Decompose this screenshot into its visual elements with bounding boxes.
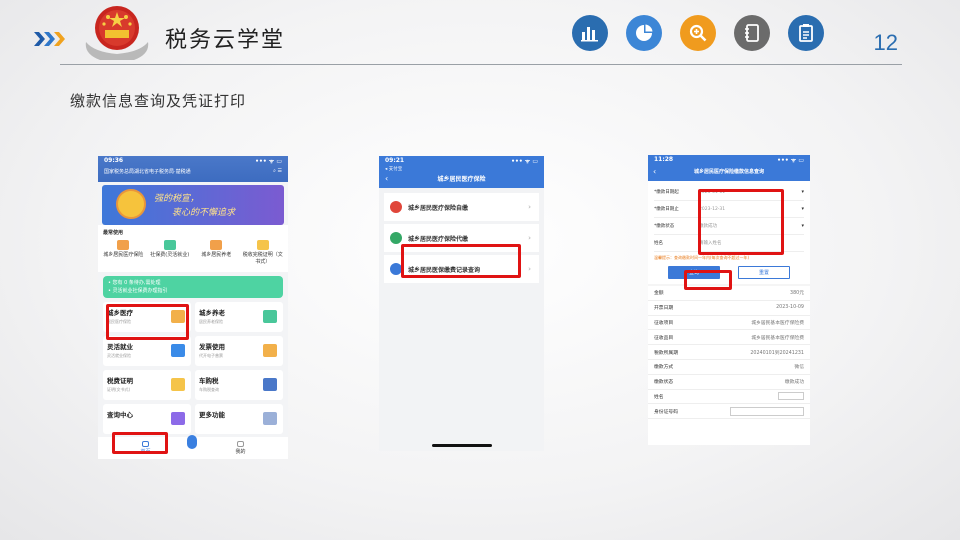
chevron-arrows-icon	[34, 32, 65, 46]
reset-button[interactable]: 重置	[738, 266, 790, 279]
promo-banner[interactable]: 强的税宣， 衷心的不懈追求	[102, 185, 284, 225]
result-list: 金额 380元 开票日期 2023-10-09 征收项目 城乡居民基本医疗保险费 征收…	[648, 284, 810, 420]
chevron-right-icon: ›	[528, 234, 531, 242]
app-header: 09:36 ••• ᯤ ▭ 国家税务总局湖北省电子税务局·楚税通 ⌕ ☰	[98, 156, 288, 182]
microphone-icon[interactable]	[187, 435, 197, 449]
quick-item-certificate[interactable]: 税收完税证明（文书式）	[243, 240, 283, 266]
quick-access: 城乡居民医疗保险 社保费(灵活就业) 城乡居民养老 税收完税证明（文书式）	[98, 238, 288, 272]
result-row: 身份证号码	[648, 404, 810, 420]
status-time: 11:28	[654, 156, 674, 163]
bar-chart-icon[interactable]	[572, 15, 608, 51]
highlight-home-tab	[112, 432, 168, 454]
result-row: 税款所属期 20240101到20241231	[648, 345, 810, 360]
status-icons: ••• ᯤ ▭	[777, 157, 804, 164]
result-row: 缴款方式 微信	[648, 359, 810, 375]
screen-title: 城乡居民医疗保险	[437, 176, 486, 183]
result-row: 开票日期 2023-10-09	[648, 300, 810, 316]
home-indicator	[432, 444, 492, 447]
quick-item-social[interactable]: 社保费(灵活就业)	[150, 240, 190, 266]
certificate-icon	[256, 240, 269, 250]
certificate-card-icon	[171, 378, 185, 391]
dropdown-arrow-icon: ▾	[801, 223, 804, 229]
car-icon	[263, 378, 277, 391]
user-icon	[236, 441, 244, 447]
service-urban-pension[interactable]: 城乡养老 居民养老保险	[195, 302, 283, 332]
invoice-icon	[263, 344, 277, 357]
self-pay-icon	[390, 201, 402, 213]
quick-item-pension[interactable]: 城乡居民养老	[196, 240, 236, 266]
app-header: 09:21 ••• ᯤ ▭ ◂ 支付宝 城乡居民医疗保险	[379, 156, 544, 188]
result-row: 征收项目 城乡居民基本医疗保险费	[648, 315, 810, 331]
tab-mine[interactable]: 我的	[235, 441, 246, 455]
result-row: 征收品目 城乡居民基本医疗保险费	[648, 330, 810, 346]
phone-screen-medical-menu: 09:21 ••• ᯤ ▭ ◂ 支付宝 城乡居民医疗保险 ‹ 城乡居民医疗保险自缴…	[379, 156, 544, 451]
back-arrow-icon[interactable]: ‹	[653, 167, 656, 176]
checklist-icon[interactable]	[788, 15, 824, 51]
service-query-center[interactable]: 查询中心	[103, 404, 191, 434]
search-icon[interactable]: ⌕ ☰	[273, 168, 282, 175]
status-time: 09:21	[385, 157, 405, 164]
notice-bar[interactable]: • 您有 0 条待办,需处理 • 灵活就业社保费办理指引	[103, 276, 283, 298]
app-header: 11:28 ••• ᯤ ▭ 城乡居民医疗保险缴款信息查询	[648, 155, 810, 181]
header-divider	[60, 64, 902, 65]
more-icon	[263, 412, 277, 425]
pension-icon	[210, 240, 223, 250]
quick-item-medical[interactable]: 城乡居民医疗保险	[103, 240, 143, 266]
service-more[interactable]: 更多功能	[195, 404, 283, 434]
magnifier-icon[interactable]	[680, 15, 716, 51]
phone-screen-home: 09:36 ••• ᯤ ▭ 国家税务总局湖北省电子税务局·楚税通 ⌕ ☰ 强的税宣，…	[98, 156, 288, 459]
service-vehicle-tax[interactable]: 车购税 车购税查询	[195, 370, 283, 400]
name-value-box	[778, 392, 804, 401]
chevron-right-icon: ›	[528, 203, 531, 211]
option-self-pay[interactable]: 城乡居民医疗保险自缴 ›	[384, 193, 539, 221]
page-number: 12	[873, 30, 898, 55]
pie-chart-icon[interactable]	[626, 15, 662, 51]
status-icons: ••• ᯤ ▭	[255, 158, 282, 165]
dropdown-arrow-icon: ▾	[801, 189, 804, 195]
query-icon	[171, 412, 185, 425]
pension-card-icon	[263, 310, 277, 323]
id-value-box	[730, 406, 804, 416]
brand-title: 税务云学堂	[165, 28, 286, 53]
result-row: 姓名	[648, 389, 810, 405]
banner-line1: 强的税宣，	[154, 194, 200, 204]
result-row: 缴款状态 缴款成功	[648, 374, 810, 390]
dropdown-arrow-icon: ▾	[801, 206, 804, 212]
tax-seal-icon	[116, 189, 146, 219]
back-arrow-icon[interactable]: ‹	[385, 174, 388, 183]
highlight-query-button	[684, 270, 732, 290]
highlight-form-values	[698, 189, 784, 255]
highlight-urban-medical	[106, 304, 189, 340]
slide-subtitle: 缴款信息查询及凭证打印	[70, 92, 247, 110]
app-nav-title: 国家税务总局湖北省电子税务局·楚税通	[104, 169, 191, 175]
highlight-record-query	[401, 244, 521, 278]
chevron-right-icon: ›	[528, 265, 531, 273]
medical-icon	[117, 240, 130, 250]
service-invoice[interactable]: 发票使用 代开电子普票	[195, 336, 283, 366]
status-icons: ••• ᯤ ▭	[511, 158, 538, 165]
section-title: 最常使用	[98, 225, 288, 238]
phone-screen-payment-query: 11:28 ••• ᯤ ▭ 城乡居民医疗保险缴款信息查询 ‹ *缴款日期起 2023…	[648, 155, 810, 445]
service-flexible-employment[interactable]: 灵活就业 灵活就业保险	[103, 336, 191, 366]
social-icon	[163, 240, 176, 250]
header-icon-bar	[572, 15, 824, 51]
agent-pay-icon	[390, 232, 402, 244]
folder-icon	[171, 344, 185, 357]
notebook-icon[interactable]	[734, 15, 770, 51]
service-tax-certificate[interactable]: 税费证明 证明(文书式)	[103, 370, 191, 400]
screen-title: 城乡居民医疗保险缴款信息查询	[693, 169, 764, 175]
national-emblem-logo	[85, 6, 149, 60]
banner-line2: 衷心的不懈追求	[172, 208, 236, 218]
status-time: 09:36	[104, 157, 124, 164]
